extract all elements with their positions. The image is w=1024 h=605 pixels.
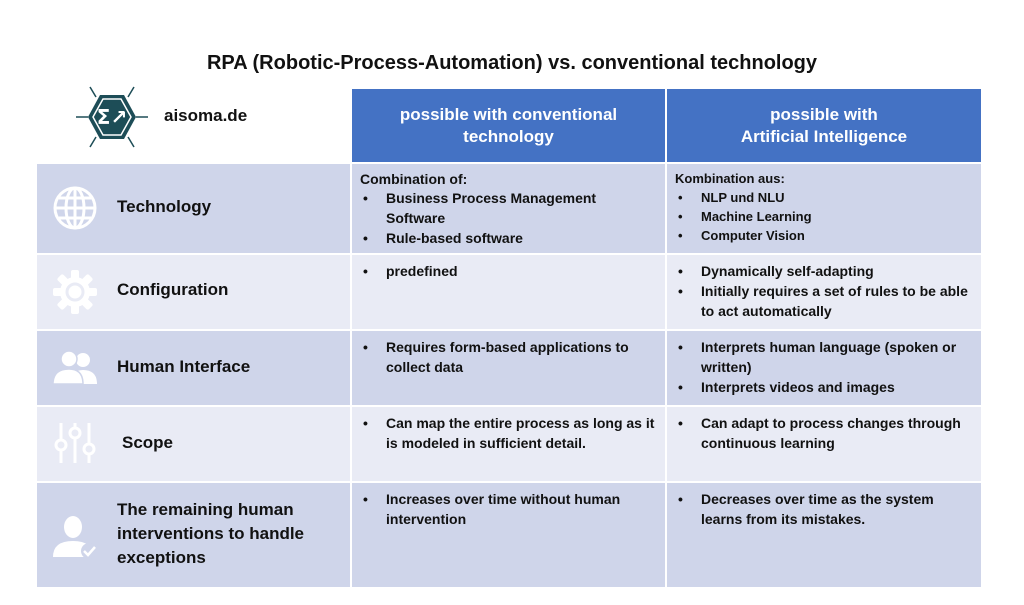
list-item: Machine Learning xyxy=(675,207,973,226)
gear-icon xyxy=(53,270,97,314)
hexagon-sigma-logo-icon: Σ↗ xyxy=(76,86,148,148)
svg-text:Σ↗: Σ↗ xyxy=(97,105,127,129)
column-header-label: possible with conventional technology xyxy=(399,104,618,146)
list-item: Interprets videos and images xyxy=(675,377,973,397)
table-row-configuration: Configuration predefined Dynamically sel… xyxy=(37,255,981,329)
list-item: NLP und NLU xyxy=(675,188,973,207)
ai-cell: Interprets human language (spoken or wri… xyxy=(667,331,981,405)
row-label: Configuration xyxy=(117,280,229,299)
row-label: Human Interface xyxy=(117,357,251,376)
row-label-cell: Human Interface xyxy=(37,331,350,405)
list-item: Requires form-based applications to coll… xyxy=(360,337,657,377)
list-item: predefined xyxy=(360,261,657,281)
list-item: Can map the entire process as long as it… xyxy=(360,413,657,453)
ai-cell: Dynamically self-adaptingInitially requi… xyxy=(667,255,981,329)
list-item: Increases over time without human interv… xyxy=(360,489,657,529)
list-item: Dynamically self-adapting xyxy=(675,261,973,281)
column-header-conventional: possible with conventional technology xyxy=(352,89,665,162)
list-item: Initially requires a set of rules to be … xyxy=(675,281,973,321)
row-label: Technology xyxy=(117,197,212,216)
cell-intro: Kombination aus: xyxy=(675,171,785,186)
ai-cell: Kombination aus: NLP und NLUMachine Lear… xyxy=(667,164,981,253)
row-label-cell: The remaining human interventions to han… xyxy=(37,483,350,587)
list-item: Computer Vision xyxy=(675,226,973,245)
user-check-icon xyxy=(53,516,97,559)
row-label: The remaining human interventions to han… xyxy=(117,500,305,567)
list-item: Decreases over time as the system learns… xyxy=(675,489,973,529)
table-row-human-interventions: The remaining human interventions to han… xyxy=(37,483,981,587)
ai-cell: Decreases over time as the system learns… xyxy=(667,483,981,587)
conventional-cell: Requires form-based applications to coll… xyxy=(352,331,665,405)
table-row-human-interface: Human Interface Requires form-based appl… xyxy=(37,331,981,405)
conventional-cell: Combination of: Business Process Managem… xyxy=(352,164,665,253)
row-label-cell: Configuration xyxy=(37,255,350,329)
ai-cell: Can adapt to process changes through con… xyxy=(667,407,981,481)
sliders-icon xyxy=(54,423,96,463)
cell-intro: Combination of: xyxy=(360,171,468,187)
page-title: RPA (Robotic-Process-Automation) vs. con… xyxy=(206,52,818,74)
brand-name: aisoma.de xyxy=(164,106,248,125)
column-header-ai: possible with Artificial Intelligence xyxy=(667,89,981,162)
users-icon xyxy=(52,350,97,385)
row-label-cell: Scope xyxy=(37,407,350,481)
row-label: Scope xyxy=(122,433,174,452)
list-item: Rule-based software xyxy=(360,228,657,248)
table-row-technology: Technology Combination of: Business Proc… xyxy=(37,164,981,253)
list-item: Business Process Management Software xyxy=(360,188,657,228)
table-row-scope: Scope Can map the entire process as long… xyxy=(37,407,981,481)
conventional-cell: Increases over time without human interv… xyxy=(352,483,665,587)
list-item: Interprets human language (spoken or wri… xyxy=(675,337,973,377)
conventional-cell: Can map the entire process as long as it… xyxy=(352,407,665,481)
column-header-label: possible with Artificial Intelligence xyxy=(740,104,908,146)
conventional-cell: predefined xyxy=(352,255,665,329)
row-label-cell: Technology xyxy=(37,164,350,253)
list-item: Can adapt to process changes through con… xyxy=(675,413,973,453)
globe-icon xyxy=(53,186,97,230)
